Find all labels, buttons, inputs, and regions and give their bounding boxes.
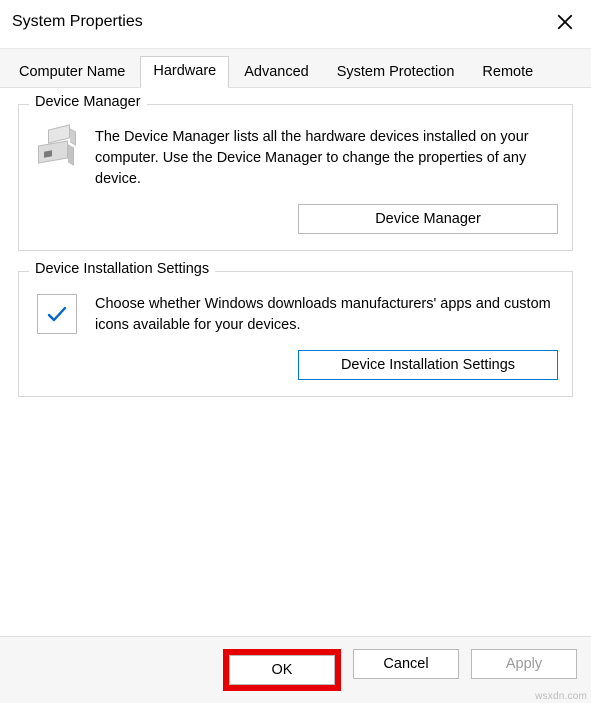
device-manager-button[interactable]: Device Manager: [298, 204, 558, 234]
window-title: System Properties: [12, 13, 143, 31]
titlebar: System Properties: [0, 0, 591, 48]
checkmark-icon: [37, 294, 77, 334]
device-installation-description: Choose whether Windows downloads manufac…: [95, 294, 558, 336]
ok-button[interactable]: OK: [229, 655, 335, 685]
cancel-button[interactable]: Cancel: [353, 649, 459, 679]
tab-computer-name[interactable]: Computer Name: [6, 57, 138, 88]
device-manager-icon: [33, 127, 81, 167]
tab-hardware[interactable]: Hardware: [140, 56, 229, 88]
device-installation-settings-button[interactable]: Device Installation Settings: [298, 350, 558, 380]
device-manager-description: The Device Manager lists all the hardwar…: [95, 127, 558, 190]
close-icon[interactable]: [551, 8, 579, 36]
system-properties-dialog: System Properties Computer Name Hardware…: [0, 0, 591, 703]
tab-strip: Computer Name Hardware Advanced System P…: [0, 48, 591, 88]
tab-remote[interactable]: Remote: [469, 57, 546, 88]
group-device-manager: Device Manager The Device Manager lists …: [18, 104, 573, 251]
tab-advanced[interactable]: Advanced: [231, 57, 322, 88]
group-legend-device-installation: Device Installation Settings: [29, 261, 215, 277]
tab-content: Device Manager The Device Manager lists …: [0, 88, 591, 636]
dialog-button-bar: OK Cancel Apply: [0, 636, 591, 703]
apply-button: Apply: [471, 649, 577, 679]
group-legend-device-manager: Device Manager: [29, 94, 147, 110]
tab-system-protection[interactable]: System Protection: [324, 57, 468, 88]
ok-button-highlight: OK: [223, 649, 341, 691]
group-device-installation: Device Installation Settings Choose whet…: [18, 271, 573, 397]
